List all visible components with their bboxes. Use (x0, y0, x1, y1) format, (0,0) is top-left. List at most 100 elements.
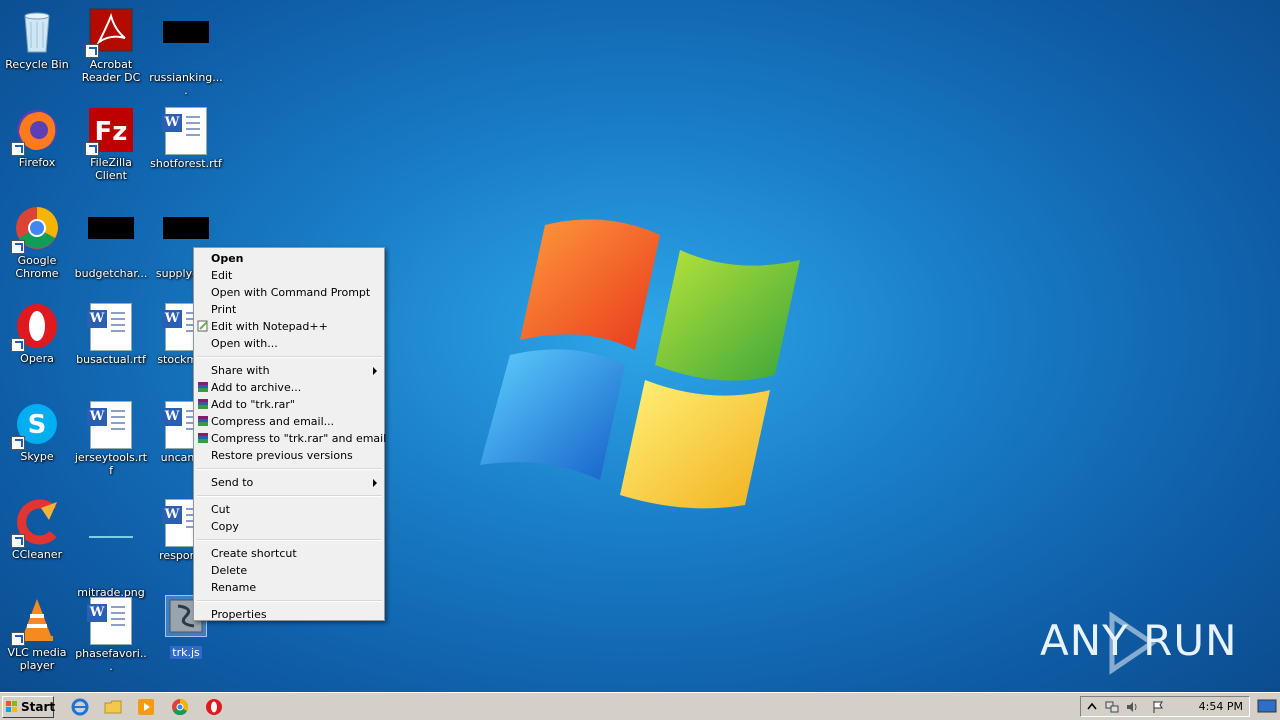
shortcut-arrow-icon (85, 142, 99, 156)
desktop-icon-skype[interactable]: S Skype (0, 400, 74, 463)
show-desktop-icon[interactable] (1256, 697, 1278, 715)
svg-text:Fz: Fz (95, 117, 128, 147)
menu-item-send-to[interactable]: Send to (194, 474, 384, 491)
menu-item-edit-with-notepad[interactable]: Edit with Notepad++ (194, 318, 384, 335)
clock[interactable]: 4:54 PM (1199, 700, 1243, 713)
windows-flag-icon (6, 701, 17, 712)
desktop-icon-google-chrome[interactable]: Google Chrome (0, 204, 74, 280)
shortcut-arrow-icon (11, 240, 25, 254)
firefox-icon (11, 106, 61, 156)
icon-label: budgetchar... (74, 267, 148, 280)
desktop-icon-filezilla[interactable]: Fz FileZilla Client (74, 106, 148, 182)
desktop-icon-russianking[interactable]: russianking.... (149, 8, 223, 97)
chrome-icon[interactable] (171, 698, 189, 716)
submenu-arrow-icon (373, 479, 377, 487)
icon-label: Opera (20, 352, 54, 365)
winrar-icon (198, 433, 208, 443)
icon-label: Acrobat Reader DC (81, 58, 141, 84)
system-tray: 4:54 PM (1080, 696, 1250, 717)
menu-item-create-shortcut[interactable]: Create shortcut (194, 545, 384, 562)
icon-label: jerseytools.rtf (74, 451, 148, 477)
chevron-up-icon[interactable] (1085, 700, 1099, 714)
desktop: Recycle Bin Firefox Google Chrome Opera … (0, 0, 1280, 692)
icon-label: busactual.rtf (76, 353, 146, 366)
word-document-icon: W (162, 107, 210, 155)
media-player-icon[interactable] (137, 698, 155, 716)
shortcut-arrow-icon (11, 338, 25, 352)
desktop-icon-opera[interactable]: Opera (0, 302, 74, 365)
menu-item-open-with-command-prompt[interactable]: Open with Command Prompt (194, 284, 384, 301)
icon-label: trk.js (170, 646, 202, 659)
menu-item-open-with[interactable]: Open with... (194, 335, 384, 352)
acrobat-icon (85, 8, 135, 58)
winrar-icon (198, 382, 208, 392)
taskbar: Start 4:54 PM (0, 692, 1280, 720)
desktop-icon-mitrade[interactable]: mitrade.png (74, 498, 148, 599)
desktop-icon-recycle-bin[interactable]: Recycle Bin (0, 8, 74, 71)
menu-separator (197, 356, 382, 358)
word-document-icon: W (87, 303, 135, 351)
image-thumbnail-icon (87, 536, 135, 584)
desktop-icon-ccleaner[interactable]: CCleaner (0, 498, 74, 561)
menu-item-compress-to-trk-rar-and-email[interactable]: Compress to "trk.rar" and email (194, 430, 387, 447)
desktop-icon-acrobat[interactable]: Acrobat Reader DC (74, 8, 148, 84)
network-icon[interactable] (1105, 700, 1119, 714)
menu-item-label: Open (211, 252, 244, 265)
icon-label: Recycle Bin (5, 58, 69, 71)
menu-item-label: Print (211, 303, 237, 316)
image-thumbnail-icon (162, 21, 210, 69)
icon-label: shotforest.rtf (150, 157, 222, 170)
filezilla-icon: Fz (85, 106, 135, 156)
context-menu: Open Edit Open with Command Prompt Print… (193, 247, 387, 623)
desktop-icon-busactual[interactable]: W busactual.rtf (74, 302, 148, 366)
menu-item-label: Open with Command Prompt (211, 286, 371, 299)
desktop-icon-jerseytools[interactable]: W jerseytools.rtf (74, 400, 148, 477)
internet-explorer-icon[interactable] (71, 698, 89, 716)
shortcut-arrow-icon (85, 44, 99, 58)
submenu-arrow-icon (373, 367, 377, 375)
menu-item-share-with[interactable]: Share with (194, 362, 384, 379)
menu-item-add-to-trk-rar[interactable]: Add to "trk.rar" (194, 396, 384, 413)
notepad-plus-plus-icon (197, 320, 208, 332)
file-explorer-icon[interactable] (104, 698, 122, 716)
desktop-icon-shotforest[interactable]: W shotforest.rtf (149, 106, 223, 170)
icon-label: russianking.... (149, 71, 223, 97)
menu-item-add-to-archive[interactable]: Add to archive... (194, 379, 384, 396)
icon-label: Google Chrome (15, 254, 59, 280)
menu-item-print[interactable]: Print (194, 301, 384, 318)
desktop-icon-firefox[interactable]: Firefox (0, 106, 74, 169)
shortcut-arrow-icon (11, 632, 25, 646)
opera-icon (11, 302, 61, 352)
menu-item-cut[interactable]: Cut (194, 501, 384, 518)
menu-item-label: Delete (211, 564, 248, 577)
opera-icon[interactable] (205, 698, 223, 716)
winrar-icon (198, 416, 208, 426)
menu-item-label: Copy (211, 520, 239, 533)
ccleaner-icon (11, 498, 61, 548)
volume-icon[interactable] (1125, 700, 1139, 714)
menu-item-label: Edit with Notepad++ (211, 320, 328, 333)
image-thumbnail-icon (87, 217, 135, 265)
start-button[interactable]: Start (2, 696, 55, 718)
action-center-flag-icon[interactable] (1151, 700, 1165, 714)
desktop-icon-phasefavori[interactable]: W phasefavori... (74, 596, 148, 673)
chrome-icon (11, 204, 61, 254)
windows-logo-wallpaper (480, 219, 800, 509)
vlc-icon (11, 596, 61, 646)
menu-item-delete[interactable]: Delete (194, 562, 384, 579)
recycle-bin-icon (13, 8, 61, 56)
desktop-icon-budgetchar[interactable]: budgetchar... (74, 204, 148, 280)
shortcut-arrow-icon (11, 534, 25, 548)
menu-item-restore-previous-versions[interactable]: Restore previous versions (194, 447, 384, 464)
menu-item-rename[interactable]: Rename (194, 579, 384, 596)
menu-item-open[interactable]: Open (194, 250, 384, 267)
menu-item-label: Compress to "trk.rar" and email (211, 432, 387, 445)
desktop-icon-vlc[interactable]: VLC media player (0, 596, 74, 672)
menu-item-copy[interactable]: Copy (194, 518, 384, 535)
menu-item-label: Open with... (211, 337, 278, 350)
menu-item-label: Rename (211, 581, 257, 594)
shortcut-arrow-icon (11, 142, 25, 156)
menu-item-compress-and-email[interactable]: Compress and email... (194, 413, 384, 430)
menu-item-edit[interactable]: Edit (194, 267, 384, 284)
menu-item-properties[interactable]: Properties (194, 606, 384, 623)
